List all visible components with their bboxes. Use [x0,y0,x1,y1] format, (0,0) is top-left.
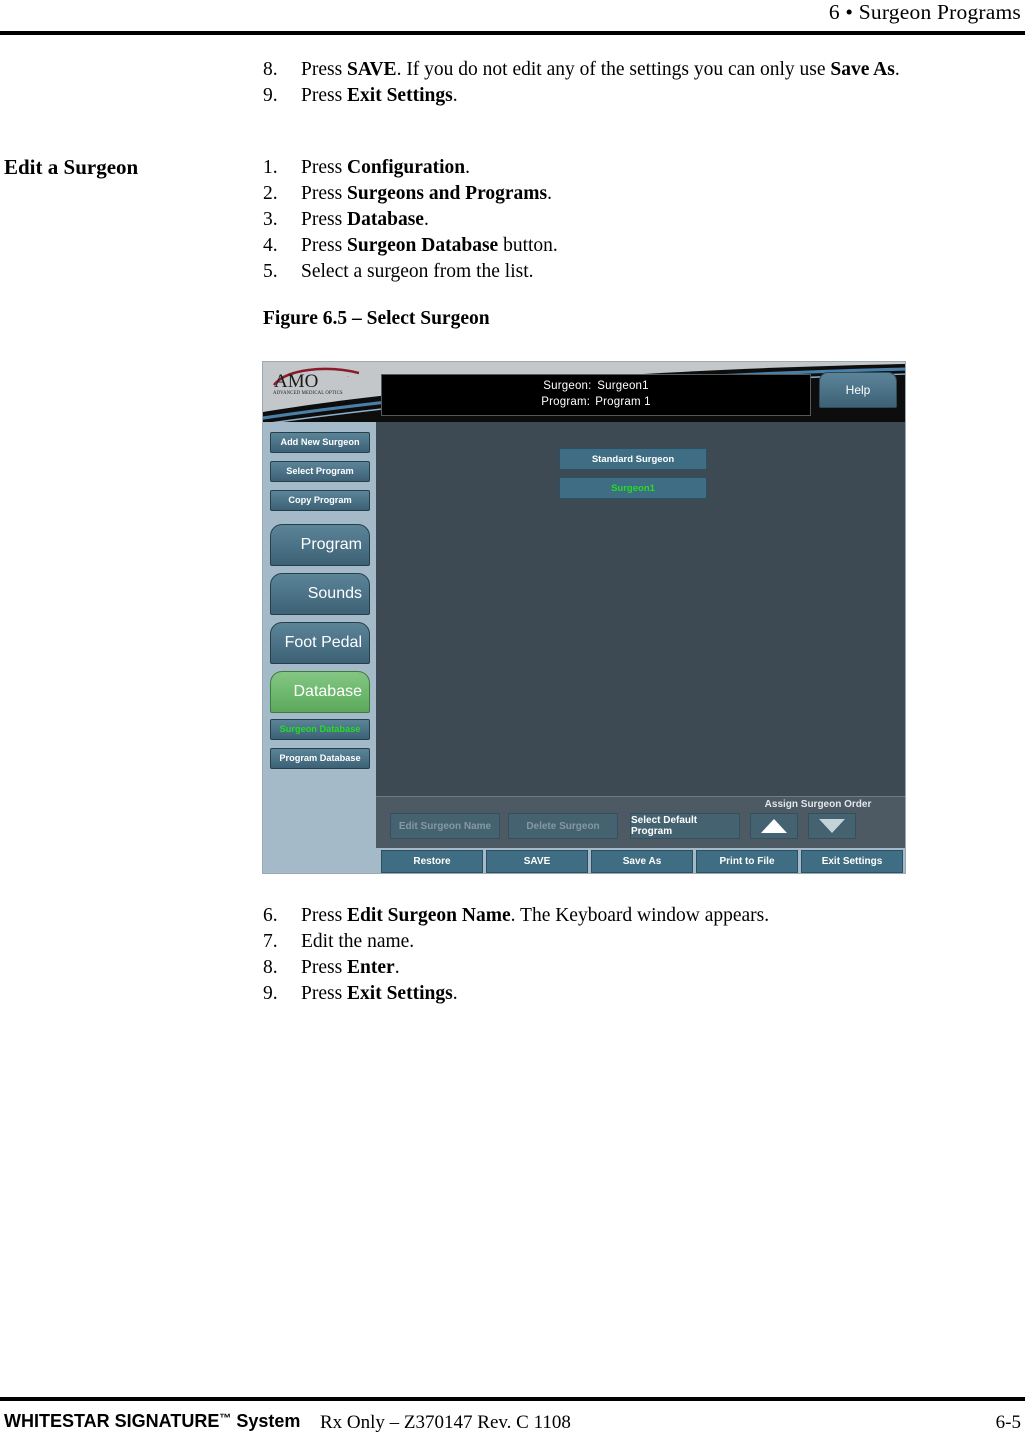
list-item: 2. Press Surgeons and Programs. [263,181,558,207]
list-item-number: 2. [263,183,278,204]
save-button[interactable]: SAVE [486,850,588,873]
list-item-text: Press Enter. [301,957,400,978]
list-item: 8. Press Enter. [263,955,769,981]
title-plate-surgeon-row: Surgeon: Surgeon1 [543,380,648,392]
title-plate-program-label: Program: [541,396,591,408]
restore-button[interactable]: Restore [381,850,483,873]
title-plate-program-row: Program: Program 1 [541,396,651,408]
list-item-text: Press Edit Surgeon Name. The Keyboard wi… [301,905,770,926]
list-item: 5. Select a surgeon from the list. [263,259,558,285]
list-item-number: 4. [263,235,278,256]
list-item-text: Press SAVE. If you do not edit any of th… [301,59,900,80]
footer-rule [0,1397,1025,1401]
list-item: 4. Press Surgeon Database button. [263,233,558,259]
footer-page-number: 6-5 [995,1412,1021,1433]
svg-text:·: · [347,374,349,380]
device-sidebar: Add New Surgeon Select Program Copy Prog… [263,422,376,873]
list-item-number: 1. [263,157,278,178]
select-default-program-button[interactable]: Select Default Program [630,813,740,839]
list-item-number: 9. [263,983,278,1004]
steps-list-edit-surgeon: 1. Press Configuration. 2. Press Surgeons … [263,155,558,285]
list-item: 8. Press SAVE. If you do not edit any of … [263,57,900,83]
edit-surgeon-name-button[interactable]: Edit Surgeon Name [390,813,500,839]
list-item: 6. Press Edit Surgeon Name. The Keyboard … [263,903,769,929]
list-item-number: 8. [263,957,278,978]
sidebar-item-sounds[interactable]: Sounds [270,573,370,615]
help-button[interactable]: Help [819,372,897,408]
list-item-number: 8. [263,59,278,80]
figure-device-screenshot: AMO · ADVANCED MEDICAL OPTICS Surgeon: Su… [262,361,906,874]
footer-product-name: WHITESTAR SIGNATURE™ System [4,1411,300,1432]
list-item-text: Press Exit Settings. [301,85,458,106]
print-to-file-button[interactable]: Print to File [696,850,798,873]
device-top-band: AMO · ADVANCED MEDICAL OPTICS Surgeon: Su… [263,362,905,430]
sidebar-item-copy-program[interactable]: Copy Program [270,490,370,511]
list-item: 9. Press Exit Settings. [263,83,900,109]
title-plate-program-value: Program 1 [595,396,651,408]
list-item-number: 3. [263,209,278,230]
list-item: 7. Edit the name. [263,929,769,955]
arrow-up-icon [761,819,787,833]
title-plate-surgeon-value: Surgeon1 [597,380,649,392]
surgeon-list-item-surgeon1[interactable]: Surgeon1 [559,477,707,499]
sidebar-item-add-new-surgeon[interactable]: Add New Surgeon [270,432,370,453]
device-title-plate: Surgeon: Surgeon1 Program: Program 1 [381,374,811,416]
device-action-bar: Edit Surgeon Name Delete Surgeon Select … [376,796,905,849]
list-item: 1. Press Configuration. [263,155,558,181]
page-header-title: 6 • Surgeon Programs [828,0,1021,24]
page-footer: WHITESTAR SIGNATURE™ System Rx Only – Z3… [0,1381,1025,1441]
list-item-text: Press Configuration. [301,157,471,178]
sidebar-item-program[interactable]: Program [270,524,370,566]
surgeon-list-item-standard[interactable]: Standard Surgeon [559,448,707,470]
list-item-number: 5. [263,261,278,282]
arrow-down-icon [819,819,845,833]
svg-text:AMO: AMO [274,371,318,392]
list-item-text: Press Database. [301,209,429,230]
list-item: 9. Press Exit Settings. [263,981,769,1007]
trademark-icon: ™ [219,1411,232,1425]
figure-caption: Figure 6.5 – Select Surgeon [263,308,490,329]
delete-surgeon-button[interactable]: Delete Surgeon [508,813,618,839]
list-item-number: 7. [263,931,278,952]
sidebar-item-surgeon-database[interactable]: Surgeon Database [270,719,370,740]
assign-surgeon-order-label: Assign Surgeon Order [764,799,872,810]
list-item-number: 9. [263,85,278,106]
sidebar-item-database[interactable]: Database [270,671,370,713]
steps-list-after-figure: 6. Press Edit Surgeon Name. The Keyboard … [263,903,769,1007]
list-item-number: 6. [263,905,278,926]
footer-doc-reference: Rx Only – Z370147 Rev. C 1108 [320,1412,571,1433]
section-title: Edit a Surgeon [4,155,139,179]
device-bottom-bar: Restore SAVE Save As Print to File Exit … [263,848,905,873]
steps-list-top: 8. Press SAVE. If you do not edit any of … [263,57,900,109]
amo-logo: AMO · ADVANCED MEDICAL OPTICS [273,367,360,396]
list-item-text: Press Exit Settings. [301,983,458,1004]
sidebar-item-program-database[interactable]: Program Database [270,748,370,769]
sidebar-item-select-program[interactable]: Select Program [270,461,370,482]
page-header: 6 • Surgeon Programs [0,0,1025,44]
list-item-text: Edit the name. [301,931,415,952]
list-item-text: Select a surgeon from the list. [301,261,534,282]
footer-product-main: WHITESTAR SIGNATURE [4,1411,220,1431]
title-plate-surgeon-label: Surgeon: [543,380,592,392]
svg-text:ADVANCED MEDICAL OPTICS: ADVANCED MEDICAL OPTICS [273,391,343,396]
save-as-button[interactable]: Save As [591,850,693,873]
list-item-text: Press Surgeons and Programs. [301,183,552,204]
footer-product-suffix: System [231,1411,301,1431]
assign-order-down-button[interactable] [808,813,856,839]
header-rule [0,31,1025,35]
assign-order-up-button[interactable] [750,813,798,839]
exit-settings-button[interactable]: Exit Settings [801,850,903,873]
list-item: 3. Press Database. [263,207,558,233]
sidebar-item-foot-pedal[interactable]: Foot Pedal [270,622,370,664]
list-item-text: Press Surgeon Database button. [301,235,558,256]
